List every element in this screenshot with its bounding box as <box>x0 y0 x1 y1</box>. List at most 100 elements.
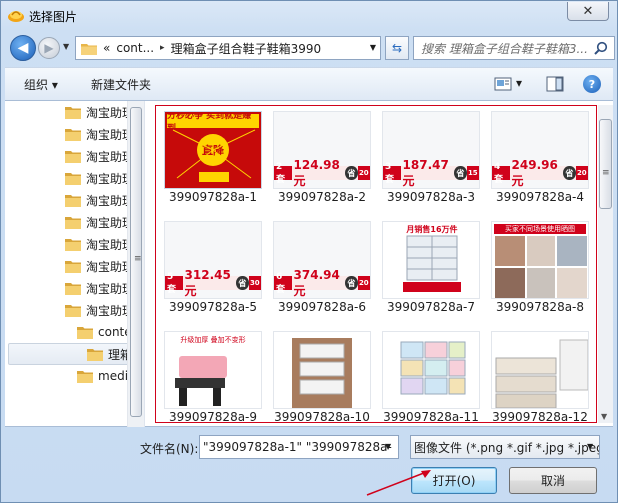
folder-icon <box>65 216 81 229</box>
tree-item[interactable]: 淘宝助理 <box>65 299 134 321</box>
folder-icon <box>65 304 81 317</box>
file-grid-scrollbar[interactable]: ≡ ▼ <box>598 105 613 423</box>
thumbnail: 月销售16万件 <box>382 221 480 299</box>
tree-item[interactable]: 淘宝助理 <box>65 145 134 167</box>
folder-icon <box>77 370 93 383</box>
file-tile[interactable]: 2套 124.98元省 20 399097828a-2 <box>269 108 375 216</box>
refresh-button[interactable]: ⇆ <box>385 36 409 60</box>
navigation-pane-scrollbar[interactable]: ≡ <box>127 101 144 427</box>
badge-icon: 省 <box>454 166 467 180</box>
thumbnail: 升级加厚 叠加不变形 <box>164 331 262 409</box>
folder-icon <box>65 106 81 119</box>
tree-item[interactable]: 淘宝助理 <box>65 233 134 255</box>
thumbnail: 4套 249.96元省 20 <box>491 111 589 189</box>
file-name: 399097828a-5 <box>168 300 258 314</box>
folder-icon <box>81 43 97 55</box>
badge-icon: 省 <box>345 166 358 180</box>
filename-input[interactable]: "399097828a-1" "399097828a- <box>199 435 399 459</box>
close-button[interactable]: ✕ <box>567 2 609 21</box>
navigation-pane-scroll-thumb[interactable]: ≡ <box>130 107 142 417</box>
banner-quantity: 4套 <box>492 162 510 185</box>
file-name: 399097828a-4 <box>495 190 585 204</box>
view-dropdown-icon[interactable]: ▾ <box>516 76 522 90</box>
file-tile[interactable]: 月销售16万件 399097828a-7 <box>378 218 484 326</box>
filetype-select[interactable]: 图像文件 (*.png *.gif *.jpg *.jpeg) <box>410 435 600 459</box>
thumbnail: 6套 374.94元省 20 <box>273 221 371 299</box>
colorful-boxes-graphic <box>400 341 466 395</box>
title-bar[interactable]: 选择图片 ✕ <box>1 1 617 31</box>
tree-item[interactable]: 淘宝助理 <box>65 167 134 189</box>
annotation-arrow-icon <box>366 470 431 496</box>
tree-item[interactable]: 淘宝助理 <box>65 189 134 211</box>
thumbnail <box>382 331 480 409</box>
banner-price: 187.47元 <box>402 157 449 188</box>
scroll-down-icon[interactable]: ▼ <box>601 412 607 421</box>
tree-item[interactable]: 淘宝助理 <box>65 277 134 299</box>
thumbnail: 买家不同场景使用晒图 <box>491 221 589 299</box>
price-banner: 2套 124.98元省 20 <box>274 158 370 188</box>
file-tile[interactable]: 买家不同场景使用晒图 399097828a-8 <box>487 218 593 326</box>
preview-pane-icon[interactable] <box>546 75 564 93</box>
address-bar[interactable]: « cont... ▸ 理箱盒子组合鞋子鞋箱3990 ▼ <box>75 36 381 60</box>
file-name: 399097828a-2 <box>277 190 367 204</box>
banner-price: 249.96元 <box>511 157 558 188</box>
recent-locations-dropdown[interactable]: ▼ <box>63 42 69 51</box>
tree-item[interactable]: 淘宝助理 <box>65 101 134 123</box>
breadcrumb-current-folder[interactable]: 理箱盒子组合鞋子鞋箱3990 <box>171 40 322 57</box>
forward-button[interactable]: ▶ <box>38 37 60 59</box>
command-toolbar: 组织 ▾ 新建文件夹 ▾ ? <box>5 67 613 101</box>
file-tile[interactable]: 4套 249.96元省 20 399097828a-4 <box>487 108 593 216</box>
file-tile[interactable]: 3套 187.47元省 15 399097828a-3 <box>378 108 484 216</box>
file-tile[interactable]: 升级加厚 叠加不变形 399097828a-9 <box>160 328 266 422</box>
search-box[interactable]: 搜索 理箱盒子组合鞋子鞋箱3... <box>413 36 615 60</box>
file-name: 399097828a-11 <box>383 410 479 423</box>
banner-price: 374.94元 <box>293 267 340 298</box>
close-icon: ✕ <box>582 3 594 19</box>
breadcrumb-separator-icon[interactable]: ▸ <box>160 43 165 53</box>
search-input[interactable]: 搜索 理箱盒子组合鞋子鞋箱3... <box>421 40 589 57</box>
price-banner: 4套 249.96元省 20 <box>492 158 588 188</box>
breadcrumb-overflow[interactable]: « <box>103 41 110 55</box>
file-tile[interactable]: 6套 374.94元省 20 399097828a-6 <box>269 218 375 326</box>
back-button[interactable]: ◀ <box>10 35 36 61</box>
thumbnail <box>491 331 589 409</box>
folder-icon <box>65 260 81 273</box>
folder-icon <box>65 172 81 185</box>
grip-icon: ≡ <box>134 254 142 264</box>
organize-button[interactable]: 组织 ▾ <box>24 76 58 93</box>
tag-icon: 30 <box>248 276 261 290</box>
badge-icon: 省 <box>345 276 358 290</box>
refresh-icon: ⇆ <box>391 41 403 55</box>
grip-icon: ≡ <box>602 168 610 178</box>
tree-item[interactable]: 淘宝助理 <box>65 211 134 233</box>
folder-icon <box>65 128 81 141</box>
filetype-dropdown-icon[interactable]: ▼ <box>587 442 593 451</box>
new-folder-button[interactable]: 新建文件夹 <box>91 76 151 93</box>
file-tile[interactable]: 399097828a-10 <box>269 328 375 422</box>
cancel-button[interactable]: 取消 <box>509 467 597 494</box>
file-grid-scroll-thumb[interactable]: ≡ <box>599 119 612 209</box>
tag-icon: 20 <box>357 166 370 180</box>
file-name: 399097828a-3 <box>386 190 476 204</box>
file-tile[interactable]: 5套 312.45元省 30 399097828a-5 <box>160 218 266 326</box>
cabinet-photo-graphic <box>292 338 352 408</box>
file-open-dialog: 选择图片 ✕ ◀ ▶ ▼ « cont... ▸ 理箱盒子组合鞋子鞋箱3990 … <box>0 0 618 503</box>
address-dropdown-icon[interactable]: ▼ <box>370 43 376 52</box>
help-button[interactable]: ? <box>583 75 601 93</box>
file-tile[interactable]: 399097828a-12 <box>487 328 593 423</box>
view-icon[interactable] <box>494 75 512 93</box>
tree-item-selected[interactable]: 理箱盒子 <box>8 343 144 365</box>
file-name: 399097828a-12 <box>492 410 588 423</box>
file-tile[interactable]: 分秒必争 买到就是赚到 直降 399097828a-1 <box>160 108 266 216</box>
folder-icon <box>65 282 81 295</box>
tree-item[interactable]: 淘宝助理 <box>65 255 134 277</box>
tree-item[interactable]: 淘宝助理 <box>65 123 134 145</box>
starburst-graphic <box>172 129 256 182</box>
filename-dropdown-icon[interactable]: ▼ <box>385 442 391 451</box>
breadcrumb-content[interactable]: cont... <box>116 41 154 55</box>
banner-price: 124.98元 <box>293 157 340 188</box>
banner-price: 312.45元 <box>184 267 231 298</box>
file-tile[interactable]: 399097828a-11 <box>378 328 484 423</box>
search-icon <box>594 41 608 55</box>
banner-quantity: 3套 <box>383 162 401 185</box>
